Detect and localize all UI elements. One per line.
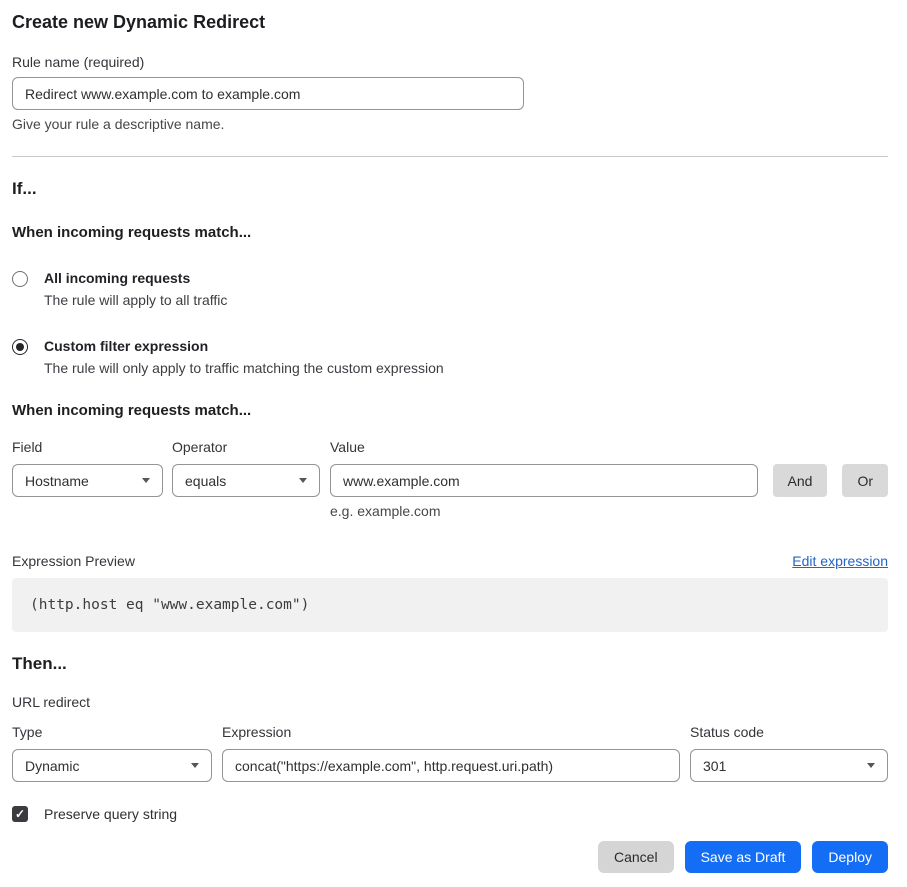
radio-custom-expression-label: Custom filter expression [44,337,444,355]
expression-preview-header: Expression Preview Edit expression [12,553,888,569]
value-input[interactable] [330,464,758,497]
save-as-draft-button[interactable]: Save as Draft [685,841,802,873]
match-subheading: When incoming requests match... [12,224,888,241]
preserve-query-string-label: Preserve query string [44,806,177,822]
type-select[interactable]: Dynamic [12,749,212,782]
rule-name-label: Rule name (required) [12,54,888,70]
chevron-down-icon [299,478,307,483]
cancel-button[interactable]: Cancel [598,841,674,873]
rule-name-help: Give your rule a descriptive name. [12,116,888,132]
value-help: e.g. example.com [330,503,758,519]
filter-controls-row: Field Hostname Operator equals Value e.g… [12,439,888,519]
chevron-down-icon [867,763,875,768]
chevron-down-icon [142,478,150,483]
checkbox-checked-icon[interactable]: ✓ [12,806,28,822]
status-code-select-value: 301 [703,758,867,774]
if-heading: If... [12,179,888,199]
radio-custom-expression-description: The rule will only apply to traffic matc… [44,359,444,377]
expression-preview-label: Expression Preview [12,553,135,569]
page-title: Create new Dynamic Redirect [12,10,888,34]
status-code-label: Status code [690,724,888,742]
redirect-expression-label: Expression [222,724,680,742]
expression-code-text: (http.host eq "www.example.com") [30,597,309,613]
redirect-controls-row: Type Dynamic Expression Status code 301 [12,724,888,782]
footer-actions: Cancel Save as Draft Deploy [12,841,888,873]
or-button[interactable]: Or [842,464,888,497]
chevron-down-icon [191,763,199,768]
expression-preview-code: (http.host eq "www.example.com") [12,578,888,632]
radio-custom-expression-icon[interactable] [12,339,28,355]
then-heading: Then... [12,654,888,674]
field-label: Field [12,439,163,457]
field-select[interactable]: Hostname [12,464,163,497]
radio-all-requests-description: The rule will apply to all traffic [44,291,227,309]
field-select-value: Hostname [25,473,142,489]
preserve-query-string-option[interactable]: ✓ Preserve query string [12,806,888,822]
value-label: Value [330,439,758,457]
edit-expression-link[interactable]: Edit expression [792,553,888,569]
redirect-expression-input[interactable] [222,749,680,782]
type-label: Type [12,724,212,742]
operator-select[interactable]: equals [172,464,320,497]
and-button[interactable]: And [773,464,828,497]
section-divider [12,156,888,157]
filter-subheading: When incoming requests match... [12,402,888,419]
url-redirect-label: URL redirect [12,694,888,710]
radio-all-requests-label: All incoming requests [44,269,227,287]
deploy-button[interactable]: Deploy [812,841,888,873]
rule-name-input[interactable] [12,77,524,110]
radio-option-custom-expression[interactable]: Custom filter expression The rule will o… [12,337,888,377]
status-code-select[interactable]: 301 [690,749,888,782]
operator-select-value: equals [185,473,299,489]
type-select-value: Dynamic [25,758,191,774]
create-redirect-form: Create new Dynamic Redirect Rule name (r… [0,0,907,887]
radio-option-all-requests[interactable]: All incoming requests The rule will appl… [12,269,888,309]
radio-all-requests-icon[interactable] [12,271,28,287]
operator-label: Operator [172,439,320,457]
